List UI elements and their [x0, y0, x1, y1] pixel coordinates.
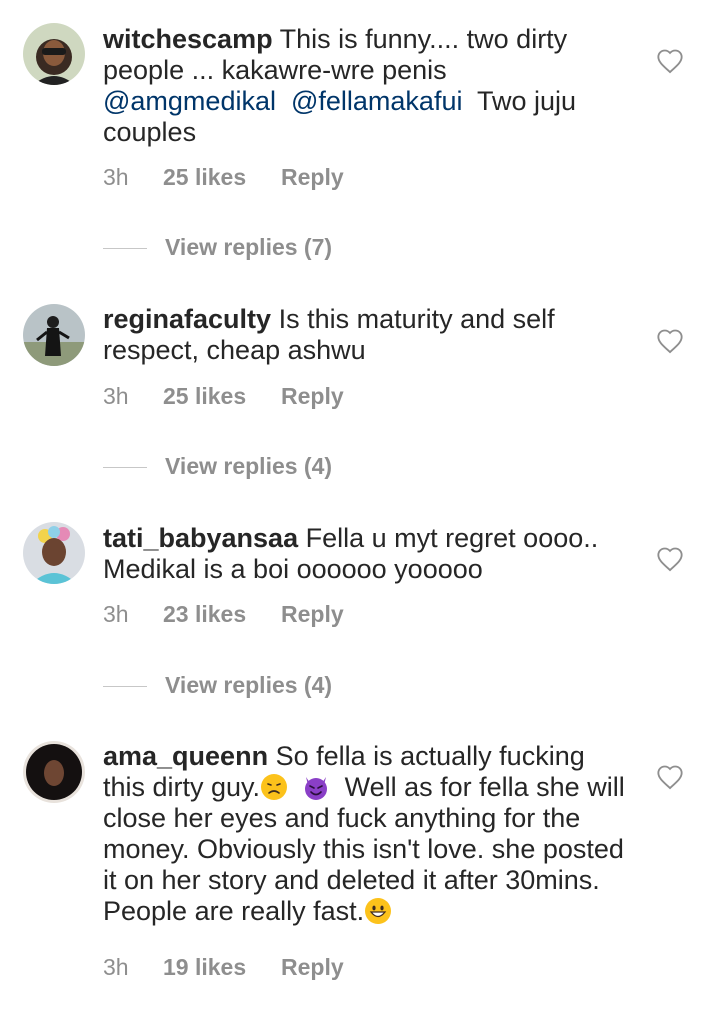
comment-text: reginafaculty Is this maturity and self … — [103, 304, 628, 366]
disappointed-face-emoji — [261, 774, 288, 800]
comment-time: 3h — [103, 164, 129, 190]
comment-text: tati_babyansaa Fella u myt regret oooo..… — [103, 523, 628, 585]
comment-username[interactable]: ama_queenn — [103, 741, 268, 771]
comment-time: 3h — [103, 954, 129, 980]
heart-outline-icon[interactable] — [656, 48, 684, 74]
view-replies-button[interactable]: View replies (4) — [103, 672, 332, 699]
view-replies-button[interactable]: View replies (4) — [103, 453, 332, 480]
grinning-face-emoji — [365, 898, 392, 924]
likes-count[interactable]: 23 likes — [163, 601, 281, 628]
reply-button[interactable]: Reply — [281, 954, 344, 981]
comment-time: 3h — [103, 383, 129, 409]
comment-meta: 3h 25 likes Reply — [103, 164, 344, 191]
view-replies-button[interactable]: View replies (7) — [103, 234, 332, 261]
comment-username[interactable]: tati_babyansaa — [103, 523, 298, 553]
comment-meta: 3h 23 likes Reply — [103, 601, 344, 628]
mention-link[interactable]: @amgmedikal — [103, 86, 276, 116]
comment-text: ama_queenn So fella is actually fucking … — [103, 741, 628, 927]
avatar[interactable] — [23, 522, 85, 584]
mention-link[interactable]: @fellamakafui — [291, 86, 462, 116]
divider — [103, 248, 147, 250]
likes-count[interactable]: 25 likes — [163, 383, 281, 410]
likes-count[interactable]: 25 likes — [163, 164, 281, 191]
heart-outline-icon[interactable] — [656, 764, 684, 790]
smiling-devil-emoji — [304, 777, 327, 800]
comment-time: 3h — [103, 601, 129, 627]
comment-username[interactable]: reginafaculty — [103, 304, 271, 334]
reply-button[interactable]: Reply — [281, 383, 344, 410]
comment-username[interactable]: witchescamp — [103, 24, 273, 54]
comment-meta: 3h 19 likes Reply — [103, 954, 344, 981]
comment-text: witchescamp This is funny.... two dirty … — [103, 24, 628, 148]
heart-outline-icon[interactable] — [656, 546, 684, 572]
comments-feed: witchescamp This is funny.... two dirty … — [0, 0, 725, 1024]
divider — [103, 467, 147, 469]
view-replies-label: View replies (4) — [165, 672, 333, 698]
avatar[interactable] — [23, 741, 85, 803]
comment-meta: 3h 25 likes Reply — [103, 383, 344, 410]
heart-outline-icon[interactable] — [656, 328, 684, 354]
reply-button[interactable]: Reply — [281, 164, 344, 191]
likes-count[interactable]: 19 likes — [163, 954, 281, 981]
view-replies-label: View replies (7) — [165, 234, 333, 260]
avatar[interactable] — [23, 304, 85, 366]
view-replies-label: View replies (4) — [165, 453, 333, 479]
reply-button[interactable]: Reply — [281, 601, 344, 628]
avatar[interactable] — [23, 23, 85, 85]
divider — [103, 686, 147, 688]
